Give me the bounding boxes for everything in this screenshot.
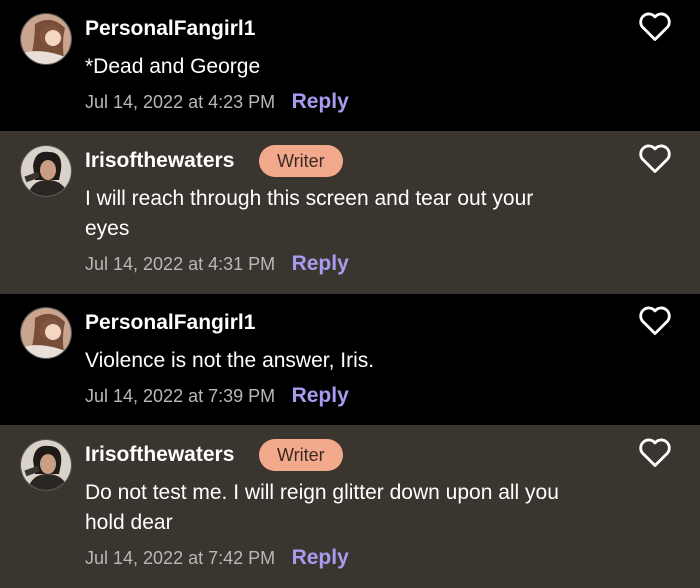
comment-item: Irisofthewaters Writer Do not test me. I…: [0, 425, 700, 588]
avatar[interactable]: [20, 307, 72, 359]
reply-button[interactable]: Reply: [292, 90, 349, 113]
username[interactable]: PersonalFangirl1: [85, 311, 255, 335]
timestamp: Jul 14, 2022 at 4:31 PM: [85, 254, 276, 274]
comment-text: Do not test me. I will reign glitter dow…: [85, 481, 559, 534]
writer-badge: Writer: [259, 145, 343, 177]
comment-meta: Jul 14, 2022 at 4:31 PM Reply: [85, 252, 349, 276]
writer-badge: Writer: [259, 439, 343, 471]
timestamp: Jul 14, 2022 at 4:23 PM: [85, 92, 276, 112]
heart-outline-icon[interactable]: [638, 142, 672, 174]
reply-button[interactable]: Reply: [292, 252, 349, 275]
comment-text: Violence is not the answer, Iris.: [85, 349, 375, 372]
reply-button[interactable]: Reply: [292, 384, 349, 407]
reply-button[interactable]: Reply: [292, 546, 349, 569]
avatar[interactable]: [20, 145, 72, 197]
username[interactable]: Irisofthewaters: [85, 149, 234, 173]
timestamp: Jul 14, 2022 at 7:42 PM: [85, 548, 276, 568]
heart-outline-icon[interactable]: [638, 304, 672, 336]
username[interactable]: PersonalFangirl1: [85, 17, 255, 41]
comment-item: PersonalFangirl1 Violence is not the ans…: [0, 294, 700, 425]
heart-outline-icon[interactable]: [638, 436, 672, 468]
comment-meta: Jul 14, 2022 at 7:39 PM Reply: [85, 384, 349, 408]
comment-text: I will reach through this screen and tea…: [85, 187, 534, 240]
comment-item: Irisofthewaters Writer I will reach thro…: [0, 131, 700, 294]
comment-item: PersonalFangirl1 *Dead and George Jul 14…: [0, 0, 700, 131]
avatar[interactable]: [20, 13, 72, 65]
comment-meta: Jul 14, 2022 at 7:42 PM Reply: [85, 546, 349, 570]
heart-outline-icon[interactable]: [638, 10, 672, 42]
username[interactable]: Irisofthewaters: [85, 443, 234, 467]
avatar[interactable]: [20, 439, 72, 491]
comment-text: *Dead and George: [85, 55, 261, 78]
comment-meta: Jul 14, 2022 at 4:23 PM Reply: [85, 90, 349, 114]
comment-thread: PersonalFangirl1 *Dead and George Jul 14…: [0, 0, 700, 588]
timestamp: Jul 14, 2022 at 7:39 PM: [85, 386, 276, 406]
